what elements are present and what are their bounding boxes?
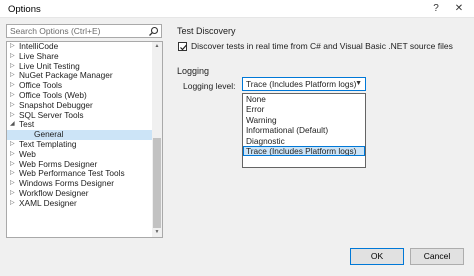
close-button[interactable]: ✕ — [448, 1, 470, 17]
chevron-down-icon[interactable]: ▼ — [355, 78, 362, 90]
collapsed-chevron-icon[interactable]: ▷ — [10, 189, 17, 199]
checkmark-icon — [180, 44, 187, 51]
collapsed-chevron-icon[interactable]: ▷ — [10, 111, 17, 121]
collapsed-chevron-icon[interactable]: ▷ — [10, 52, 17, 62]
tree-scrollbar[interactable]: ▲ ▼ — [152, 42, 162, 237]
logging-level-combo[interactable]: Trace (Includes Platform logs) ▼ — [242, 77, 366, 91]
logging-level-dropdown[interactable]: None Error Warning Informational (Default) D… — [242, 93, 366, 168]
collapsed-chevron-icon[interactable]: ▷ — [10, 42, 17, 52]
search-icon[interactable] — [148, 26, 159, 37]
collapsed-chevron-icon[interactable]: ▷ — [10, 160, 17, 170]
tree-item-label: Test — [19, 119, 35, 130]
collapsed-chevron-icon[interactable]: ▷ — [10, 150, 17, 160]
cancel-button[interactable]: Cancel — [410, 248, 464, 265]
logging-option[interactable]: Error — [243, 104, 365, 114]
logging-option[interactable]: Diagnostic — [243, 136, 365, 146]
tree-item-label: XAML Designer — [19, 197, 77, 208]
collapsed-chevron-icon[interactable]: ▷ — [10, 199, 17, 209]
test-discovery-heading: Test Discovery — [177, 26, 236, 36]
logging-level-value: Trace (Includes Platform logs) — [246, 79, 357, 89]
collapsed-chevron-icon[interactable]: ▷ — [10, 91, 17, 101]
collapsed-chevron-icon[interactable]: ▷ — [10, 71, 17, 81]
search-box[interactable] — [6, 24, 162, 38]
options-tree[interactable]: ▷ IntelliCode ▷ Live Share ▷ Live Unit Testin… — [6, 41, 163, 238]
collapsed-chevron-icon[interactable]: ▷ — [10, 179, 17, 189]
help-button[interactable]: ? — [425, 1, 447, 17]
tree-item[interactable]: ▷ XAML Designer — [7, 197, 152, 209]
expanded-chevron-icon[interactable]: ◢ — [10, 120, 17, 130]
logging-option[interactable]: Informational (Default) — [243, 125, 365, 135]
window-title: Options — [8, 4, 41, 15]
collapsed-chevron-icon[interactable]: ▷ — [10, 140, 17, 150]
scroll-down-icon[interactable]: ▼ — [152, 228, 162, 237]
search-input[interactable] — [10, 25, 146, 37]
discover-realtime-checkbox[interactable] — [178, 42, 187, 51]
scroll-thumb[interactable] — [153, 138, 161, 228]
collapsed-chevron-icon[interactable]: ▷ — [10, 101, 17, 111]
collapsed-chevron-icon[interactable]: ▷ — [10, 169, 17, 179]
discover-realtime-label[interactable]: Discover tests in real time from C# and … — [191, 41, 453, 52]
tree-list: ▷ IntelliCode ▷ Live Share ▷ Live Unit Testin… — [7, 42, 152, 209]
logging-option[interactable]: Trace (Includes Platform logs) — [243, 145, 365, 157]
scroll-up-icon[interactable]: ▲ — [152, 42, 162, 51]
tree-item[interactable]: ◢ Test — [7, 120, 152, 130]
collapsed-chevron-icon[interactable]: ▷ — [10, 62, 17, 72]
logging-option[interactable]: None — [243, 94, 365, 104]
title-bar: Options ? ✕ — [0, 0, 474, 18]
ok-button[interactable]: OK — [350, 248, 404, 265]
logging-heading: Logging — [177, 66, 210, 76]
logging-level-label: Logging level: — [183, 81, 236, 91]
collapsed-chevron-icon[interactable]: ▷ — [10, 81, 17, 91]
logging-option[interactable]: Warning — [243, 115, 365, 125]
